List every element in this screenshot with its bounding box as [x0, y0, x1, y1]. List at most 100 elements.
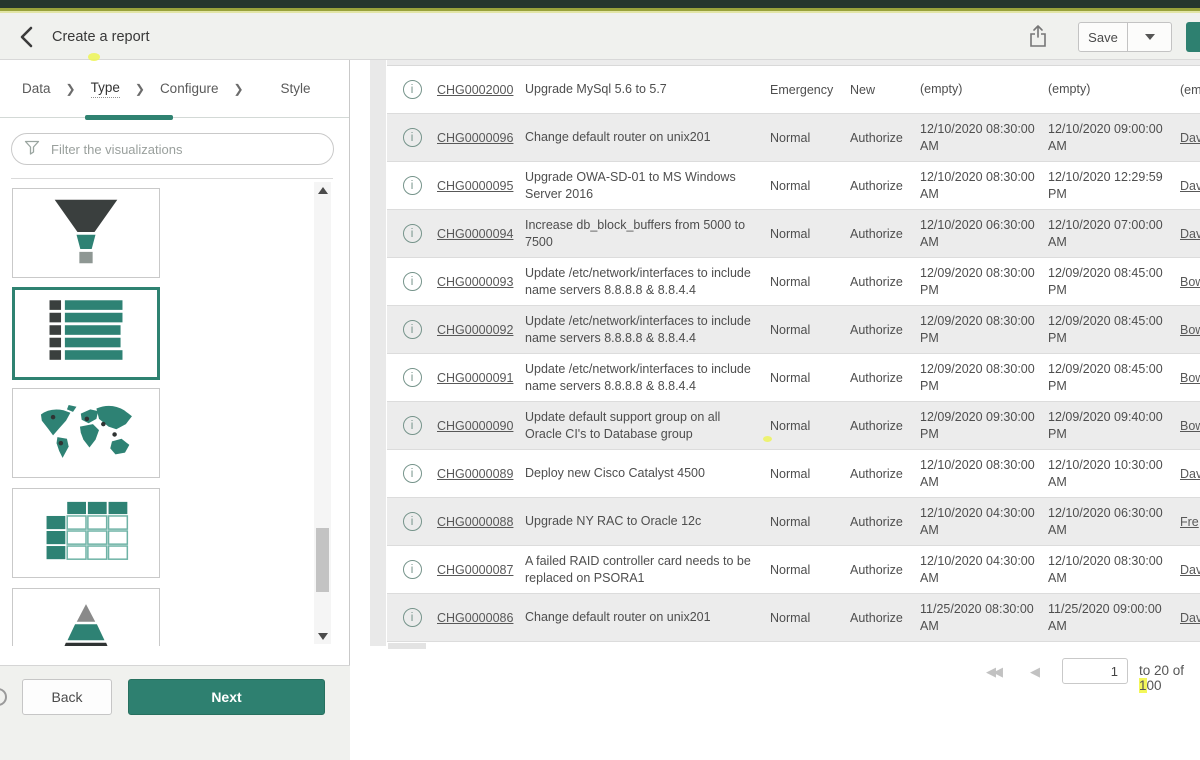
visualization-list [0, 180, 350, 646]
assigned-to-link[interactable]: Bow [1180, 371, 1200, 385]
info-icon[interactable] [403, 320, 422, 339]
viz-thumb-funnel[interactable] [12, 188, 160, 278]
list-chart-icon [38, 298, 134, 369]
filter-input[interactable] [49, 141, 321, 158]
assigned-to-link[interactable]: Dav [1180, 179, 1200, 193]
table-row: CHG0000094 Increase db_block_buffers fro… [387, 210, 1200, 258]
save-dropdown-button[interactable] [1128, 22, 1172, 52]
change-number-link[interactable]: CHG0000096 [437, 131, 513, 145]
info-icon[interactable] [403, 80, 422, 99]
planned-start-cell: 12/10/2020 04:30:00 AM [920, 505, 1048, 538]
scroll-up-arrow-icon[interactable] [314, 182, 331, 198]
info-icon[interactable] [403, 176, 422, 195]
table-row: CHG0000088 Upgrade NY RAC to Oracle 12c … [387, 498, 1200, 546]
state-cell: Authorize [850, 131, 920, 145]
planned-end-cell: 11/25/2020 09:00:00 AM [1048, 601, 1180, 634]
info-icon[interactable] [403, 608, 422, 627]
viz-thumb-list[interactable] [12, 287, 160, 380]
state-cell: Authorize [850, 467, 920, 481]
info-icon[interactable] [403, 560, 422, 579]
table-row: CHG0000090 Update default support group … [387, 402, 1200, 450]
next-step-button[interactable]: Next [128, 679, 325, 715]
state-cell: Authorize [850, 371, 920, 385]
tab-type[interactable]: Type [91, 80, 120, 98]
pagination-range-label: to 20 of 100 [1139, 663, 1200, 693]
info-icon[interactable] [403, 464, 422, 483]
table-row: CHG0000092 Update /etc/network/interface… [387, 306, 1200, 354]
chevron-right-icon [135, 82, 145, 96]
back-step-button[interactable]: Back [22, 679, 112, 715]
short-description-cell: A failed RAID controller card needs to b… [525, 553, 770, 586]
planned-end-cell: 12/10/2020 12:29:59 PM [1048, 169, 1180, 202]
planned-end-cell: 12/09/2020 09:40:00 PM [1048, 409, 1180, 442]
change-number-link[interactable]: CHG0000093 [437, 275, 513, 289]
chevron-right-icon [233, 82, 243, 96]
state-cell: Authorize [850, 419, 920, 433]
assigned-to-link[interactable]: Dav [1180, 131, 1200, 145]
assigned-to-link[interactable]: Dav [1180, 467, 1200, 481]
priority-cell: Normal [770, 515, 850, 529]
assigned-to-link[interactable]: Bow [1180, 323, 1200, 337]
assigned-to-link[interactable]: Fre [1180, 515, 1199, 529]
viz-thumb-pyramid[interactable] [12, 588, 160, 646]
planned-start-cell: 12/10/2020 06:30:00 AM [920, 217, 1048, 250]
scroll-down-arrow-icon[interactable] [314, 628, 331, 644]
info-icon[interactable] [403, 128, 422, 147]
change-number-link[interactable]: CHG0000091 [437, 371, 513, 385]
info-icon[interactable] [403, 416, 422, 435]
state-cell: Authorize [850, 611, 920, 625]
previous-page-button[interactable] [1030, 664, 1040, 680]
info-icon[interactable] [403, 272, 422, 291]
planned-end-cell: 12/09/2020 08:45:00 PM [1048, 313, 1180, 346]
change-number-link[interactable]: CHG0000094 [437, 227, 513, 241]
list-divider [11, 178, 333, 179]
save-button[interactable]: Save [1078, 22, 1128, 52]
assigned-to-link[interactable]: Bow [1180, 419, 1200, 433]
viz-thumb-heatmap[interactable] [12, 488, 160, 578]
tab-style[interactable]: Style [281, 81, 311, 96]
viz-list-scrollbar[interactable] [314, 182, 331, 644]
clipped-accent-button[interactable] [1186, 22, 1200, 52]
assigned-to-link[interactable]: Dav [1180, 227, 1200, 241]
priority-cell: Normal [770, 419, 850, 433]
assigned-to-link[interactable]: Dav [1180, 563, 1200, 577]
change-number-link[interactable]: CHG0000092 [437, 323, 513, 337]
priority-cell: Normal [770, 227, 850, 241]
page-number-input[interactable] [1062, 658, 1128, 684]
change-number-link[interactable]: CHG0000086 [437, 611, 513, 625]
info-icon[interactable] [403, 368, 422, 387]
planned-start-cell: (empty) [920, 81, 1048, 98]
priority-cell: Normal [770, 611, 850, 625]
change-number-link[interactable]: CHG0002000 [437, 83, 513, 97]
planned-start-cell: 11/25/2020 08:30:00 AM [920, 601, 1048, 634]
tab-configure[interactable]: Configure [160, 81, 219, 96]
info-icon[interactable] [403, 512, 422, 531]
planned-end-cell: 12/10/2020 10:30:00 AM [1048, 457, 1180, 490]
total-highlighted-digit: 1 [1139, 678, 1147, 693]
chevron-left-icon [18, 35, 34, 52]
table-row: CHG0000095 Upgrade OWA-SD-01 to MS Windo… [387, 162, 1200, 210]
priority-cell: Normal [770, 275, 850, 289]
info-icon[interactable] [403, 224, 422, 243]
planned-start-cell: 12/09/2020 08:30:00 PM [920, 313, 1048, 346]
share-button[interactable] [1028, 24, 1052, 50]
table-row: CHG0000086 Change default router on unix… [387, 594, 1200, 642]
table-row: CHG0000093 Update /etc/network/interface… [387, 258, 1200, 306]
assigned-to-link[interactable]: Dav [1180, 611, 1200, 625]
viz-thumb-map[interactable] [12, 388, 160, 478]
assigned-to-link[interactable]: Bow [1180, 275, 1200, 289]
change-number-link[interactable]: CHG0000087 [437, 563, 513, 577]
tab-data[interactable]: Data [22, 81, 51, 96]
priority-cell: Normal [770, 179, 850, 193]
short-description-cell: Update /etc/network/interfaces to includ… [525, 313, 770, 346]
change-number-link[interactable]: CHG0000088 [437, 515, 513, 529]
change-number-link[interactable]: CHG0000090 [437, 419, 513, 433]
state-cell: Authorize [850, 275, 920, 289]
change-number-link[interactable]: CHG0000095 [437, 179, 513, 193]
back-button[interactable] [18, 26, 44, 52]
state-cell: Authorize [850, 179, 920, 193]
table-row: CHG0000087 A failed RAID controller card… [387, 546, 1200, 594]
first-page-button[interactable] [986, 664, 1000, 680]
change-number-link[interactable]: CHG0000089 [437, 467, 513, 481]
scrollbar-thumb[interactable] [316, 528, 329, 592]
